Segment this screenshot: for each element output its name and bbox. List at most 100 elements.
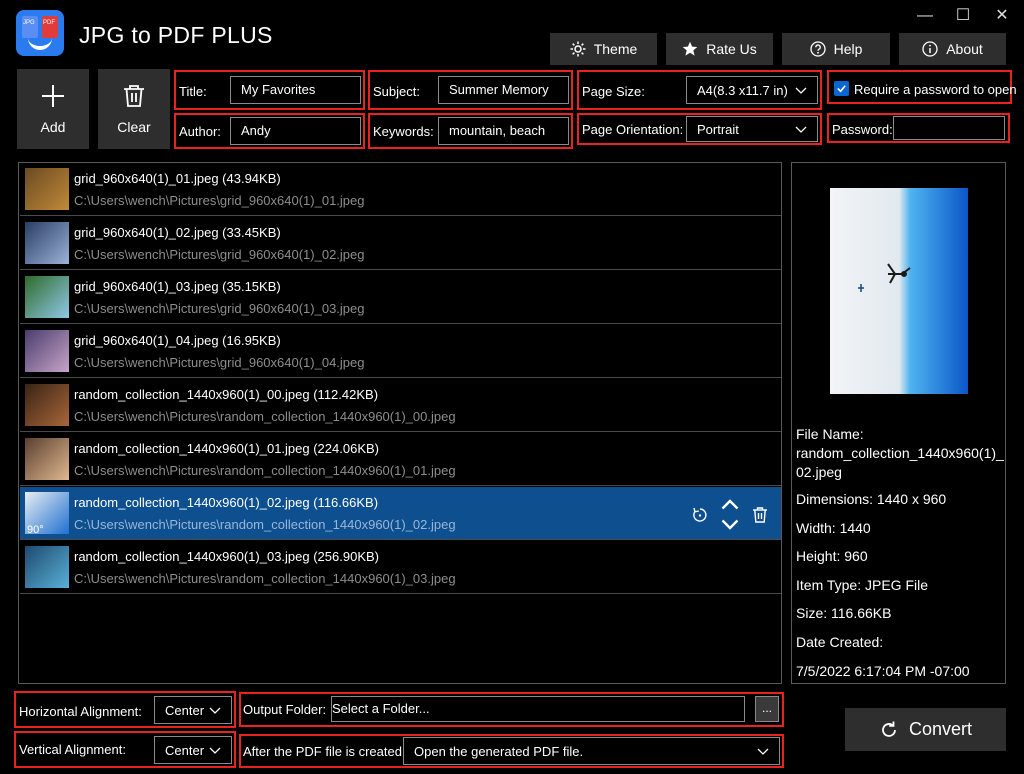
- file-path: C:\Users\wench\Pictures\random_collectio…: [74, 571, 456, 586]
- file-thumbnail: [25, 330, 69, 372]
- orientation-value: Portrait: [697, 121, 739, 137]
- move-up-icon[interactable]: [721, 495, 739, 513]
- orientation-field-group: Page Orientation: Portrait: [577, 113, 822, 145]
- rate-us-button[interactable]: Rate Us: [666, 33, 773, 65]
- theme-label: Theme: [593, 41, 638, 57]
- subject-label: Subject:: [373, 84, 420, 99]
- preview-image-graphic: [830, 188, 968, 394]
- file-path: C:\Users\wench\Pictures\grid_960x640(1)_…: [74, 301, 365, 316]
- chevron-down-icon: [795, 126, 807, 133]
- info-icon: [922, 41, 938, 57]
- h-align-value: Center: [165, 702, 205, 718]
- author-input[interactable]: Andy: [230, 117, 361, 145]
- size-info: Size: 116.66KB: [796, 605, 892, 621]
- help-label: Help: [833, 41, 863, 57]
- browse-folder-button[interactable]: ...: [755, 696, 779, 722]
- sun-icon: [570, 41, 586, 57]
- file-path: C:\Users\wench\Pictures\random_collectio…: [74, 409, 456, 424]
- chevron-down-icon: [209, 707, 221, 714]
- add-label: Add: [40, 119, 66, 135]
- file-title: random_collection_1440x960(1)_03.jpeg (2…: [74, 549, 379, 564]
- delete-icon[interactable]: [751, 506, 769, 524]
- file-row[interactable]: grid_960x640(1)_01.jpeg (43.94KB) C:\Use…: [20, 163, 781, 216]
- rotate-icon[interactable]: [691, 506, 709, 524]
- file-name-value-line1: random_collection_1440x960(1)_: [796, 445, 1004, 461]
- h-align-group: Horizontal Alignment: Center: [14, 691, 236, 728]
- dimensions-info: Dimensions: 1440 x 960: [796, 491, 947, 507]
- plus-icon: [42, 85, 64, 107]
- title-field-group: Title: My Favorites: [174, 70, 365, 110]
- file-title: grid_960x640(1)_01.jpeg (43.94KB): [74, 171, 281, 186]
- about-label: About: [946, 41, 983, 57]
- convert-arrow-icon: [28, 36, 52, 50]
- file-row[interactable]: grid_960x640(1)_04.jpeg (16.95KB) C:\Use…: [20, 325, 781, 378]
- file-row[interactable]: random_collection_1440x960(1)_00.jpeg (1…: [20, 379, 781, 432]
- move-buttons: [721, 495, 739, 534]
- h-align-label: Horizontal Alignment:: [19, 704, 142, 719]
- require-password-label: Require a password to open: [854, 82, 1017, 97]
- pdf-doc-label: PDF: [43, 20, 55, 26]
- close-button[interactable]: ✕: [992, 6, 1012, 26]
- title-label: Title:: [179, 84, 207, 99]
- add-button[interactable]: Add: [17, 69, 89, 149]
- trash-icon: [124, 85, 144, 107]
- file-row-selected[interactable]: 90° random_collection_1440x960(1)_02.jpe…: [20, 487, 781, 540]
- v-align-select[interactable]: Center: [154, 736, 232, 764]
- date-created-label: Date Created:: [796, 634, 884, 650]
- file-title: grid_960x640(1)_03.jpeg (35.15KB): [74, 279, 281, 294]
- h-align-select[interactable]: Center: [154, 696, 232, 724]
- output-folder-input[interactable]: Select a Folder...: [331, 696, 745, 722]
- after-created-label: After the PDF file is created:: [243, 744, 406, 759]
- file-title: random_collection_1440x960(1)_02.jpeg (1…: [74, 495, 379, 510]
- password-input[interactable]: [893, 116, 1005, 140]
- file-list[interactable]: grid_960x640(1)_01.jpeg (43.94KB) C:\Use…: [18, 162, 782, 684]
- file-path: C:\Users\wench\Pictures\grid_960x640(1)_…: [74, 193, 365, 208]
- page-size-label: Page Size:: [582, 84, 645, 99]
- title-input[interactable]: My Favorites: [230, 76, 361, 104]
- rate-us-label: Rate Us: [706, 41, 757, 57]
- author-field-group: Author: Andy: [174, 113, 365, 149]
- file-row[interactable]: grid_960x640(1)_03.jpeg (35.15KB) C:\Use…: [20, 271, 781, 324]
- file-row[interactable]: grid_960x640(1)_02.jpeg (33.45KB) C:\Use…: [20, 217, 781, 270]
- orientation-select[interactable]: Portrait: [686, 116, 818, 142]
- require-password-group: Require a password to open: [827, 70, 1017, 104]
- item-type-info: Item Type: JPEG File: [796, 577, 929, 593]
- output-folder-label: Output Folder:: [243, 702, 327, 717]
- keywords-input[interactable]: mountain, beach: [438, 117, 569, 145]
- preview-panel: File Name: random_collection_1440x960(1)…: [791, 162, 1006, 684]
- maximize-button[interactable]: ☐: [953, 6, 973, 26]
- theme-button[interactable]: Theme: [550, 33, 657, 65]
- width-info: Width: 1440: [796, 520, 871, 536]
- preview-image: [830, 188, 968, 394]
- file-title: random_collection_1440x960(1)_00.jpeg (1…: [74, 387, 379, 402]
- v-align-value: Center: [165, 742, 205, 758]
- about-button[interactable]: About: [899, 33, 1006, 65]
- file-thumbnail: [25, 276, 69, 318]
- checkmark-icon: [837, 85, 846, 93]
- chevron-down-icon: [209, 747, 221, 754]
- minimize-button[interactable]: —: [915, 6, 935, 26]
- clear-button[interactable]: Clear: [98, 69, 170, 149]
- file-title: random_collection_1440x960(1)_01.jpeg (2…: [74, 441, 379, 456]
- jpg-doc-label: JPG: [23, 20, 35, 26]
- v-align-group: Vertical Alignment: Center: [14, 731, 236, 768]
- help-icon: [809, 41, 826, 57]
- chevron-down-icon: [757, 748, 769, 755]
- help-button[interactable]: Help: [782, 33, 890, 65]
- subject-input[interactable]: Summer Memory: [438, 76, 569, 104]
- app-logo: JPG PDF: [16, 10, 64, 56]
- rotation-badge: 90°: [27, 524, 44, 536]
- file-name-label: File Name:: [796, 426, 864, 442]
- convert-label: Convert: [908, 719, 973, 739]
- page-size-select[interactable]: A4(8.3 x11.7 in): [686, 76, 818, 104]
- require-password-checkbox[interactable]: [834, 81, 849, 96]
- page-size-value: A4(8.3 x11.7 in): [697, 82, 788, 98]
- after-created-select[interactable]: Open the generated PDF file.: [403, 737, 780, 765]
- file-row[interactable]: random_collection_1440x960(1)_01.jpeg (2…: [20, 433, 781, 486]
- refresh-icon: [882, 721, 896, 737]
- subject-field-group: Subject: Summer Memory: [368, 70, 573, 110]
- move-down-icon[interactable]: [721, 516, 739, 534]
- file-row[interactable]: random_collection_1440x960(1)_03.jpeg (2…: [20, 541, 781, 594]
- convert-button[interactable]: Convert: [845, 708, 1006, 751]
- file-path: C:\Users\wench\Pictures\random_collectio…: [74, 517, 456, 532]
